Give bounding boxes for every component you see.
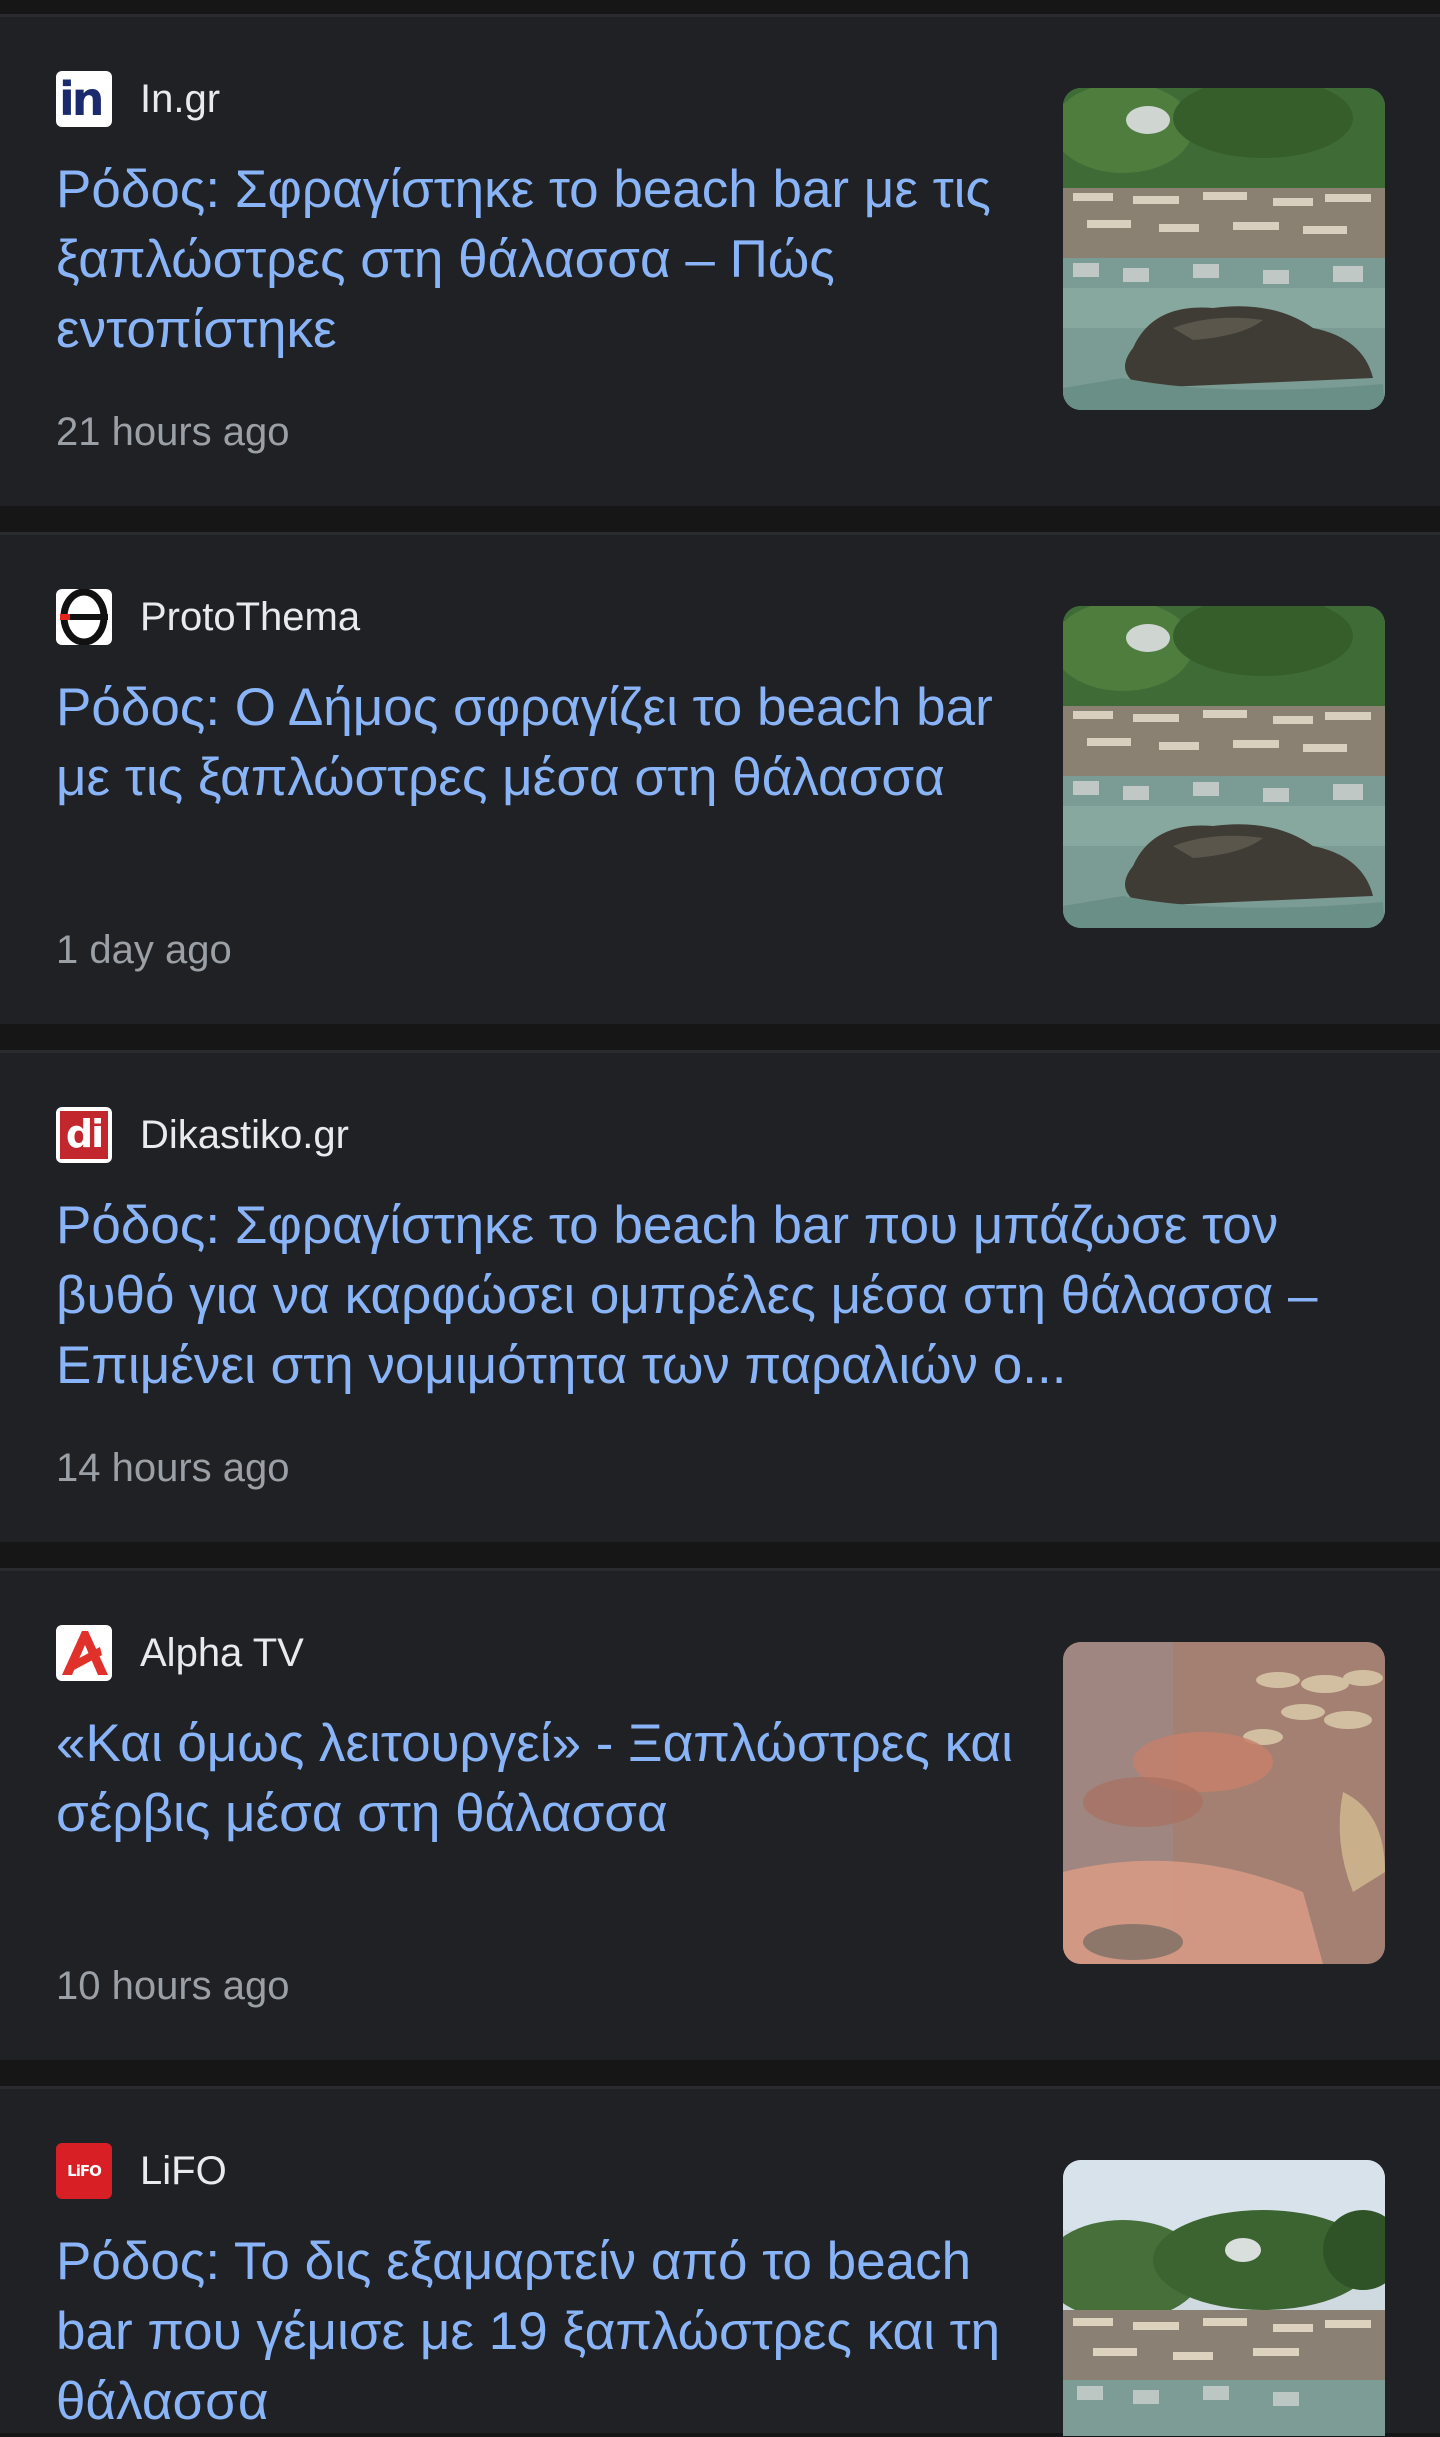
dikastiko-logo-icon: di [56,1107,112,1163]
favicon-text: di [60,1111,108,1159]
timestamp: 10 hours ago [56,1964,290,2008]
source-row: in In.gr [56,71,220,127]
in-gr-logo-icon: in [56,71,112,127]
lifo-logo-icon: LiFO [56,2143,112,2199]
headline-link[interactable]: Ρόδος: Σφραγίστηκε το beach bar που μπάζ… [56,1191,1396,1401]
article-thumbnail[interactable] [1063,88,1385,410]
article-thumbnail[interactable] [1063,1642,1385,1964]
source-row: Alpha TV [56,1625,304,1681]
source-row: di Dikastiko.gr [56,1107,349,1163]
headline-link[interactable]: «Και όμως λειτουργεί» - Ξαπλώστρες και σ… [56,1709,1016,1849]
source-name: In.gr [140,76,221,121]
protothema-logo-icon [56,589,112,645]
headline-link[interactable]: Ρόδος: Ο Δήμος σφραγίζει το beach bar με… [56,673,1016,813]
news-card[interactable]: Alpha TV «Και όμως λειτουργεί» - Ξαπλώστ… [0,1568,1440,2060]
timestamp: 14 hours ago [56,1446,290,1490]
news-card[interactable]: LiFO LiFO Ρόδος: Το δις εξαμαρτείν από τ… [0,2086,1440,2436]
favicon-text: in [59,72,104,126]
headline-link[interactable]: Ρόδος: Σφραγίστηκε το beach bar με τις ξ… [56,155,1016,365]
article-thumbnail[interactable] [1063,606,1385,928]
news-card[interactable]: in In.gr Ρόδος: Σφραγίστηκε το beach bar… [0,14,1440,506]
source-name: ProtoThema [140,594,361,639]
news-card[interactable]: di Dikastiko.gr Ρόδος: Σφραγίστηκε το be… [0,1050,1440,1542]
alpha-tv-logo-icon [56,1625,112,1681]
timestamp: 21 hours ago [56,410,290,454]
timestamp: 1 day ago [56,928,232,972]
article-thumbnail[interactable] [1063,2160,1385,2436]
source-name: Dikastiko.gr [140,1112,349,1157]
source-row: ProtoThema [56,589,360,645]
favicon-text: LiFO [67,2162,102,2180]
source-name: LiFO [140,2148,227,2193]
source-row: LiFO LiFO [56,2143,227,2199]
news-card[interactable]: ProtoThema Ρόδος: Ο Δήμος σφραγίζει το b… [0,532,1440,1024]
headline-link[interactable]: Ρόδος: Το δις εξαμαρτείν από το beach ba… [56,2227,1016,2437]
source-name: Alpha TV [140,1630,304,1675]
